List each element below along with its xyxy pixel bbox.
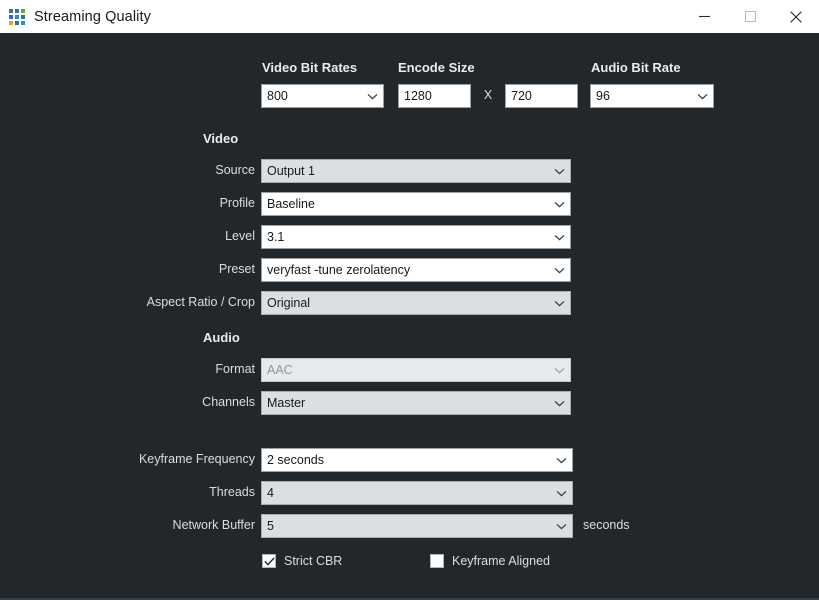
chevron-down-icon [691,93,713,100]
encode-size-separator: X [483,88,493,102]
threads-value: 4 [267,486,274,500]
chevron-down-icon [550,523,572,530]
channels-value: Master [267,396,306,410]
strict-cbr-label: Strict CBR [284,554,343,568]
network-buffer-label: Network Buffer [172,518,255,532]
window-title: Streaming Quality [34,8,151,25]
threads-combobox[interactable]: 4 [261,481,573,505]
source-value: Output 1 [267,164,315,178]
keyframe-frequency-value: 2 seconds [267,453,324,467]
aspect-ratio-crop-combobox[interactable]: Original [261,291,571,315]
audio-bit-rate-label: Audio Bit Rate [591,60,681,75]
window-controls [681,0,819,33]
maximize-icon [744,10,756,23]
threads-label: Threads [209,485,255,499]
channels-combobox[interactable]: Master [261,391,571,415]
encode-width-value: 1280 [404,89,432,103]
minimize-button[interactable] [681,0,727,33]
chevron-down-icon [548,234,570,241]
level-combobox[interactable]: 3.1 [261,225,571,249]
format-value: AAC [267,363,293,377]
profile-label: Profile [219,196,255,210]
encode-width-input[interactable]: 1280 [398,84,471,108]
chevron-down-icon [548,367,570,374]
level-label: Level [225,229,255,243]
audio-section-header: Audio [203,330,240,345]
format-combobox: AAC [261,358,571,382]
encode-height-value: 720 [511,89,532,103]
preset-label: Preset [218,262,255,276]
encode-height-input[interactable]: 720 [505,84,578,108]
keyframe-frequency-combobox[interactable]: 2 seconds [261,448,573,472]
video-bit-rates-value: 800 [267,89,288,103]
chevron-down-icon [548,168,570,175]
source-label: Source [215,163,255,177]
aspect-ratio-crop-label: Aspect Ratio / Crop [146,295,255,309]
preset-combobox[interactable]: veryfast -tune zerolatency [261,258,571,282]
channels-label: Channels [202,395,255,409]
chevron-down-icon [550,457,572,464]
streaming-quality-window: Streaming Quality Video Bit Rates Encode… [0,0,819,600]
chevron-down-icon [548,300,570,307]
encode-size-label: Encode Size [398,60,475,75]
network-buffer-value: 5 [267,519,274,533]
profile-value: Baseline [267,197,315,211]
preset-value: veryfast -tune zerolatency [267,263,411,277]
format-label: Format [215,362,255,376]
chevron-down-icon [548,201,570,208]
checkbox-box [262,554,276,568]
source-combobox[interactable]: Output 1 [261,159,571,183]
checkbox-box [430,554,444,568]
strict-cbr-checkbox[interactable]: Strict CBR [262,554,342,568]
keyframe-frequency-label: Keyframe Frequency [138,452,255,466]
app-grid-icon [9,8,25,25]
chevron-down-icon [548,267,570,274]
video-bit-rates-label: Video Bit Rates [262,60,358,75]
video-bit-rates-combobox[interactable]: 800 [261,84,384,108]
level-value: 3.1 [267,230,285,244]
video-section-header: Video [203,131,239,146]
chevron-down-icon [550,490,572,497]
keyframe-aligned-checkbox[interactable]: Keyframe Aligned [430,554,550,568]
network-buffer-units-label: seconds [583,518,630,532]
maximize-button[interactable] [727,0,773,33]
close-button[interactable] [773,0,819,33]
dialog-content: Video Bit Rates Encode Size Audio Bit Ra… [0,33,819,598]
minimize-icon [698,15,710,18]
close-icon [790,10,802,23]
audio-bit-rate-value: 96 [596,89,610,103]
checkmark-icon [263,556,275,566]
profile-combobox[interactable]: Baseline [261,192,571,216]
aspect-ratio-crop-value: Original [267,296,311,310]
chevron-down-icon [361,93,383,100]
keyframe-aligned-label: Keyframe Aligned [452,554,550,568]
network-buffer-combobox[interactable]: 5 [261,514,573,538]
chevron-down-icon [548,400,570,407]
audio-bit-rate-combobox[interactable]: 96 [590,84,714,108]
window-titlebar: Streaming Quality [0,0,819,33]
